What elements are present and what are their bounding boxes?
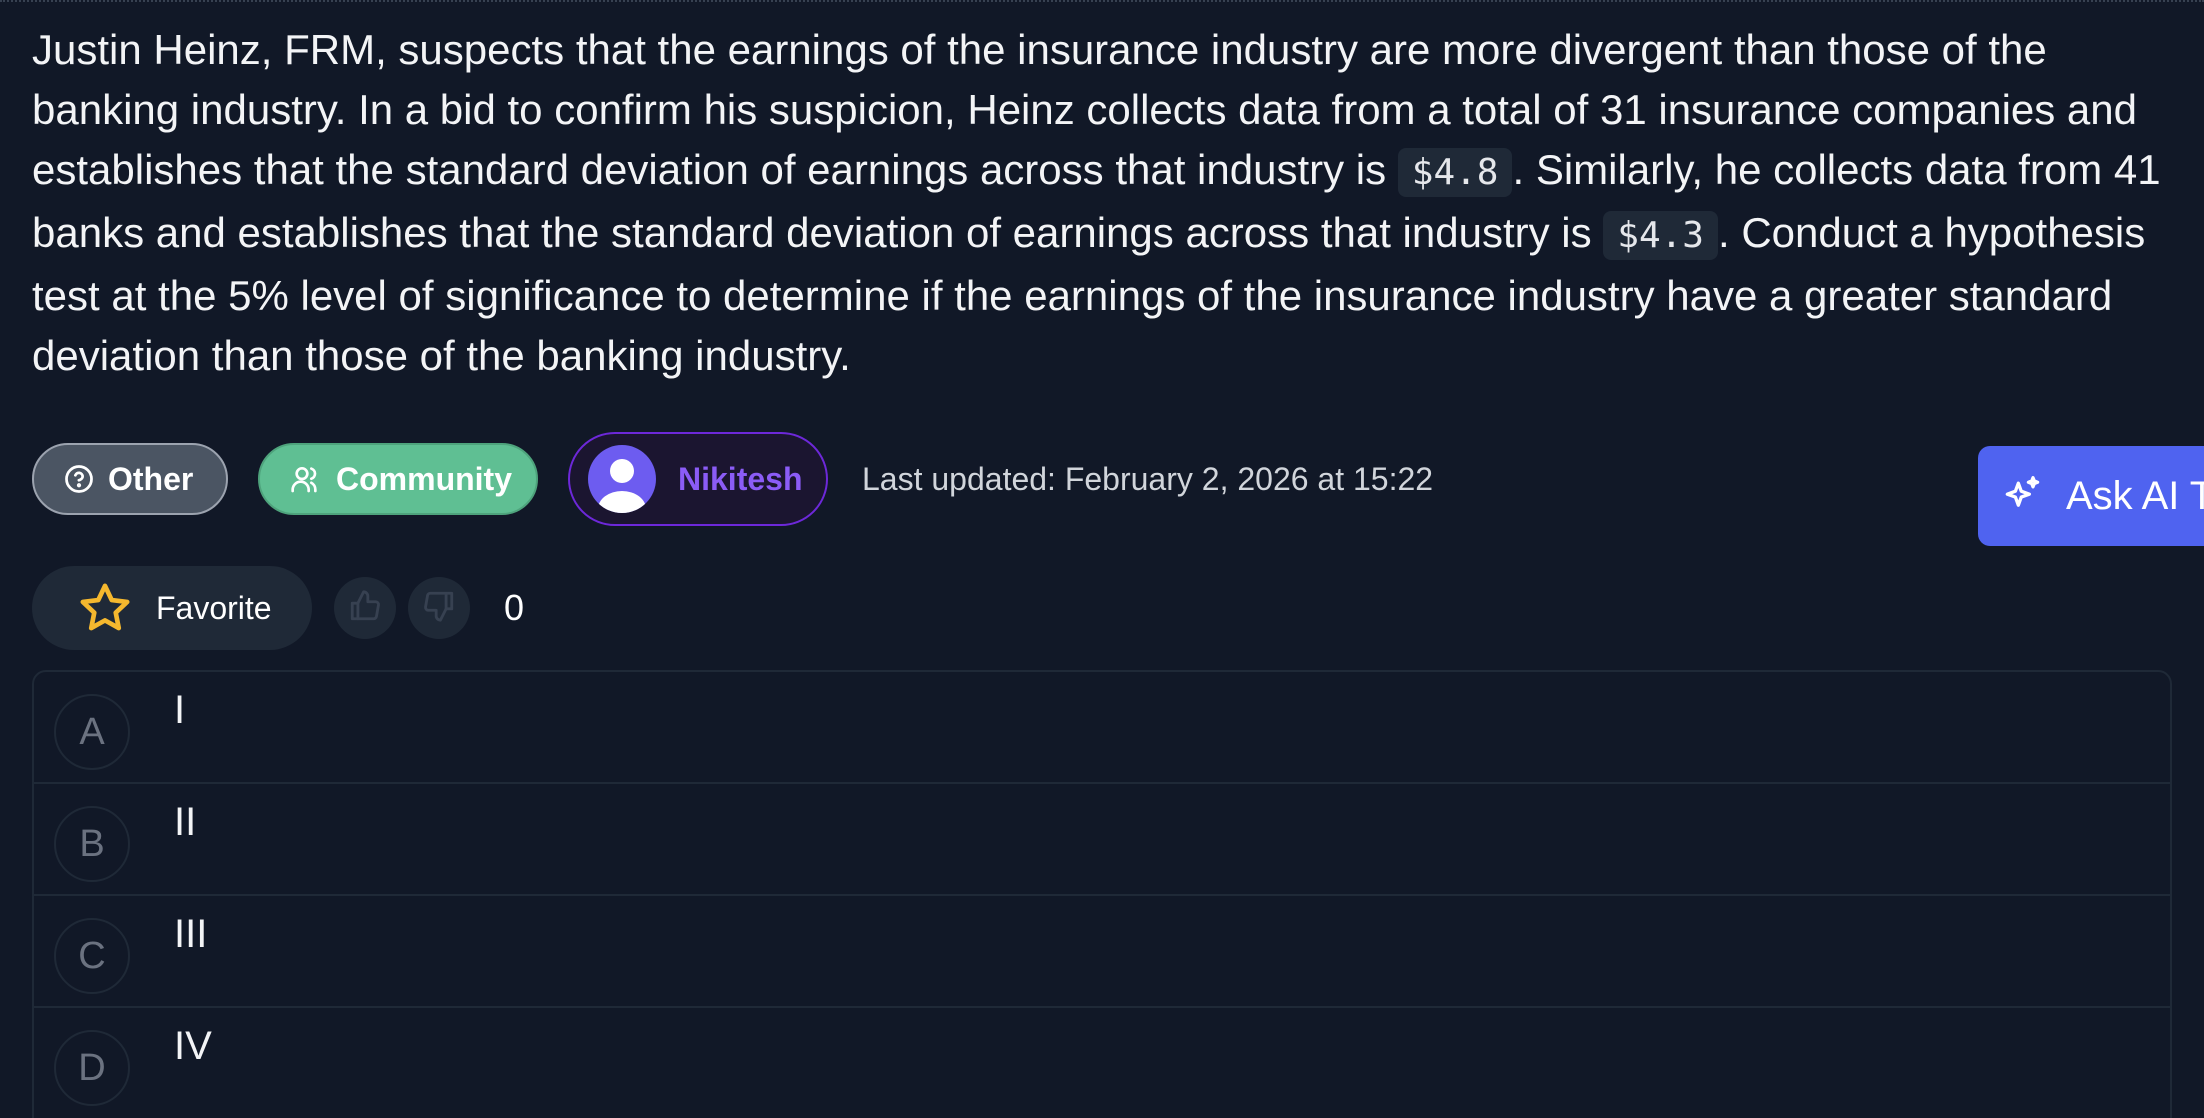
author-tag[interactable]: Nikitesh	[568, 432, 828, 526]
answer-options: A I B II C III D IV	[32, 670, 2172, 1118]
question-text: Justin Heinz, FRM, suspects that the ear…	[32, 20, 2182, 386]
favorite-label: Favorite	[156, 589, 272, 626]
vote-count: 0	[504, 587, 525, 628]
option-letter: A	[54, 694, 130, 770]
question-circle-icon	[64, 464, 94, 494]
last-updated-text: Last updated: February 2, 2026 at 15:22	[862, 460, 1434, 497]
category-tag[interactable]: Other	[32, 443, 228, 515]
downvote-button[interactable]	[408, 577, 470, 639]
source-tag[interactable]: Community	[258, 443, 538, 515]
option-b[interactable]: B II	[34, 784, 2170, 896]
option-a[interactable]: A I	[34, 672, 2170, 784]
top-divider	[0, 0, 2204, 5]
option-text: I	[174, 688, 186, 732]
ask-ai-button[interactable]: Ask AI T	[1978, 446, 2204, 546]
option-letter: D	[54, 1030, 130, 1106]
option-text: III	[174, 912, 208, 956]
users-icon	[290, 463, 322, 495]
meta-row: Other Community Nikitesh Last updated: F…	[32, 432, 1433, 526]
favorite-button[interactable]: Favorite	[32, 566, 312, 650]
banking-std-dev-value: $4.3	[1603, 211, 1718, 260]
author-name: Nikitesh	[678, 460, 803, 497]
upvote-button[interactable]	[334, 577, 396, 639]
option-text: IV	[174, 1024, 212, 1068]
option-letter: B	[54, 806, 130, 882]
category-tag-label: Other	[108, 460, 194, 497]
option-d[interactable]: D IV	[34, 1008, 2170, 1118]
option-c[interactable]: C III	[34, 896, 2170, 1008]
source-tag-label: Community	[336, 460, 512, 497]
user-avatar-icon	[588, 445, 656, 513]
thumbs-down-icon	[422, 589, 456, 628]
option-text: II	[174, 800, 197, 844]
insurance-std-dev-value: $4.8	[1397, 148, 1513, 197]
page: Justin Heinz, FRM, suspects that the ear…	[0, 0, 2204, 1118]
ask-ai-label: Ask AI T	[2066, 473, 2204, 518]
option-letter: C	[54, 918, 130, 994]
star-icon	[76, 580, 134, 636]
action-row: Favorite 0	[32, 566, 524, 650]
thumbs-up-icon	[348, 589, 382, 628]
sparkles-icon	[2000, 474, 2044, 518]
